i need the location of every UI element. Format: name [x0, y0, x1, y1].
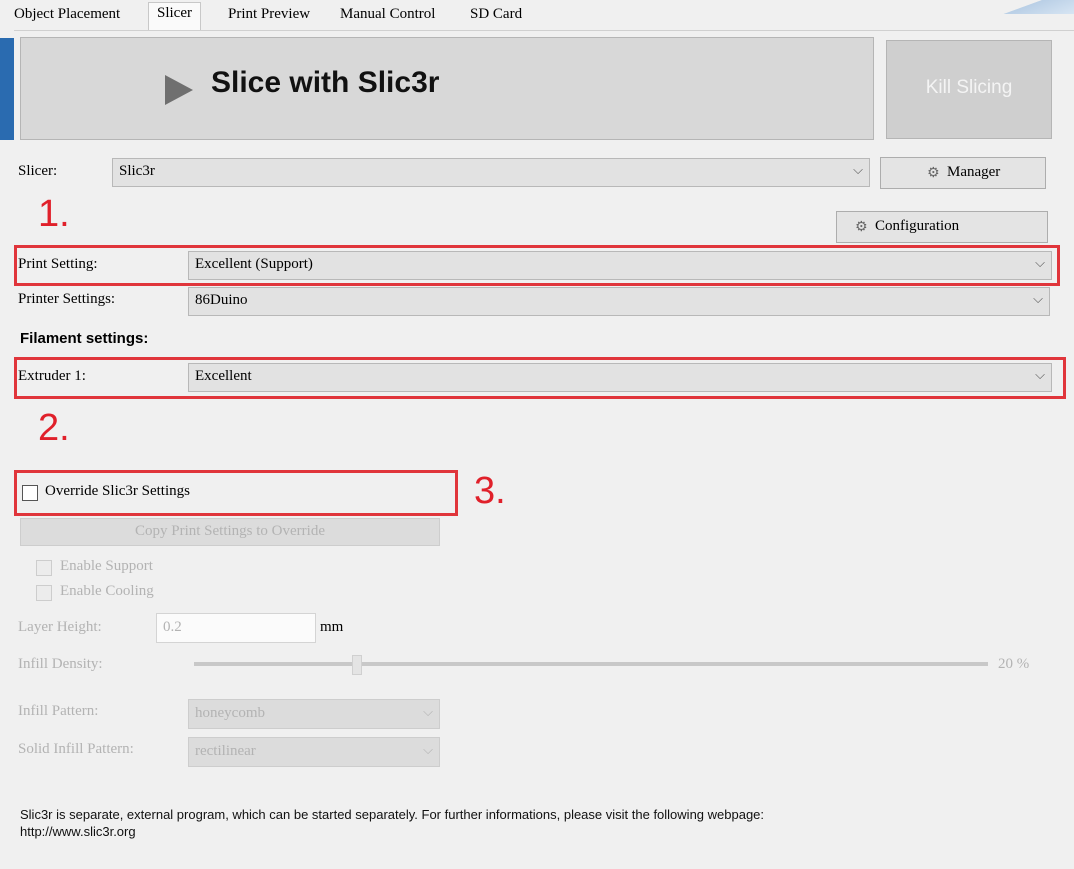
chevron-down-icon: ⌵: [853, 163, 863, 178]
play-icon: [165, 75, 193, 105]
annotation-marker-1: 1.: [38, 193, 70, 235]
tab-manual-control[interactable]: Manual Control: [340, 6, 435, 23]
layer-height-value: 0.2: [163, 619, 182, 635]
infill-pattern-label: Infill Pattern:: [18, 703, 99, 719]
tab-strip: Object Placement Slicer Print Preview Ma…: [14, 0, 1074, 30]
slicer-value: Slic3r: [119, 163, 155, 179]
kill-slicing-button[interactable]: Kill Slicing: [886, 40, 1052, 139]
tab-sd-card[interactable]: SD Card: [470, 6, 522, 23]
layer-height-input[interactable]: 0.2: [156, 613, 316, 643]
left-accent-bar: [0, 38, 14, 140]
infill-pattern-select[interactable]: honeycomb ⌵: [188, 699, 440, 729]
tab-divider: [14, 30, 1074, 31]
enable-cooling-checkbox[interactable]: [36, 585, 52, 601]
chevron-down-icon: ⌵: [1035, 368, 1045, 383]
configuration-label: Configuration: [875, 218, 960, 234]
slice-button-label: Slice with Slic3r: [211, 66, 440, 99]
annotation-marker-2: 2.: [38, 407, 70, 449]
infill-density-value: 20 %: [998, 656, 1030, 672]
print-setting-value: Excellent (Support): [195, 256, 313, 272]
print-setting-select[interactable]: Excellent (Support) ⌵: [188, 251, 1052, 280]
solid-infill-pattern-label: Solid Infill Pattern:: [18, 741, 134, 757]
gears-icon: ⚙: [927, 165, 940, 181]
infill-density-slider-track[interactable]: [194, 662, 988, 666]
kill-slicing-label: Kill Slicing: [925, 77, 1013, 98]
printer-settings-select[interactable]: 86Duino ⌵: [188, 287, 1050, 316]
gear-icon: ⚙: [855, 219, 868, 235]
enable-cooling-label: Enable Cooling: [60, 583, 154, 599]
annotation-marker-3: 3.: [474, 470, 506, 512]
tab-slicer[interactable]: Slicer: [148, 2, 201, 30]
configuration-button[interactable]: ⚙ Configuration: [836, 211, 1048, 243]
override-label: Override Slic3r Settings: [45, 483, 190, 499]
printer-settings-label: Printer Settings:: [18, 291, 116, 307]
chevron-down-icon: ⌵: [423, 705, 433, 720]
enable-support-checkbox[interactable]: [36, 560, 52, 576]
extruder-select[interactable]: Excellent ⌵: [188, 363, 1052, 392]
layer-height-unit: mm: [320, 619, 344, 635]
info-line-1: Slic3r is separate, external program, wh…: [20, 807, 765, 822]
printer-settings-value: 86Duino: [195, 292, 248, 308]
solid-infill-pattern-value: rectilinear: [195, 743, 256, 759]
slicer-select[interactable]: Slic3r ⌵: [112, 158, 870, 187]
tab-print-preview[interactable]: Print Preview: [228, 6, 310, 23]
layer-height-label: Layer Height:: [18, 619, 102, 635]
solid-infill-pattern-select[interactable]: rectilinear ⌵: [188, 737, 440, 767]
chevron-down-icon: ⌵: [423, 743, 433, 758]
infill-density-label: Infill Density:: [18, 656, 103, 672]
slicer-label: Slicer:: [18, 163, 58, 179]
slic3r-info-text: Slic3r is separate, external program, wh…: [20, 806, 1020, 840]
infill-density-slider-thumb[interactable]: [352, 655, 362, 675]
extruder-label: Extruder 1:: [18, 368, 86, 384]
copy-settings-label: Copy Print Settings to Override: [135, 523, 325, 539]
copy-settings-button[interactable]: Copy Print Settings to Override: [20, 518, 440, 546]
enable-support-label: Enable Support: [60, 558, 153, 574]
extruder-value: Excellent: [195, 368, 252, 384]
manager-label: Manager: [947, 164, 1001, 180]
manager-button[interactable]: ⚙ Manager: [880, 157, 1046, 189]
print-setting-label: Print Setting:: [18, 256, 98, 272]
info-link[interactable]: http://www.slic3r.org: [20, 823, 1020, 840]
filament-settings-heading: Filament settings:: [20, 330, 149, 347]
chevron-down-icon: ⌵: [1033, 292, 1043, 307]
override-checkbox[interactable]: [22, 485, 38, 501]
tab-object-placement[interactable]: Object Placement: [14, 6, 120, 23]
slice-button[interactable]: Slice with Slic3r: [20, 37, 874, 140]
chevron-down-icon: ⌵: [1035, 256, 1045, 271]
infill-pattern-value: honeycomb: [195, 705, 265, 721]
